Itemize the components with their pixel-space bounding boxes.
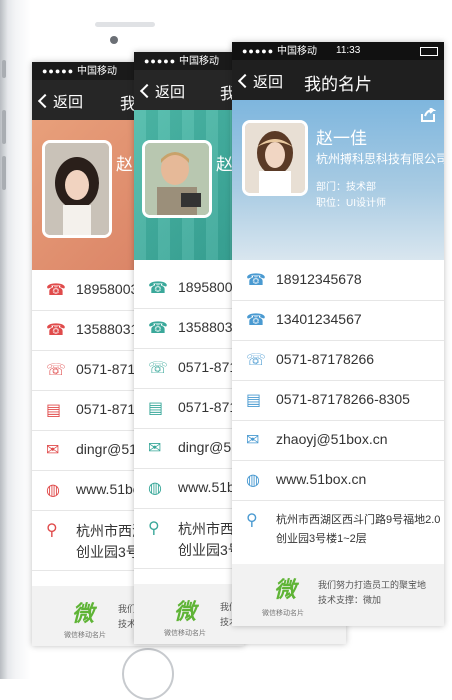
avatar: [142, 140, 212, 218]
phone-icon: ☎: [46, 282, 66, 299]
list-item[interactable]: ☎ 18912345678: [232, 260, 444, 301]
company-label: 杭州搏科思科技有限公司: [316, 152, 444, 166]
fax-icon: ▤: [46, 402, 62, 419]
globe-icon: ◍: [246, 472, 260, 489]
page-title: 我的名片: [304, 75, 372, 94]
email-icon: ✉: [148, 440, 162, 457]
location-icon: ⚲: [46, 522, 58, 539]
department-label: 部门：技术部: [316, 182, 376, 193]
list-item[interactable]: ☏ 0571-87178266: [232, 340, 444, 381]
globe-icon: ◍: [148, 480, 162, 497]
fax-icon: ▤: [246, 392, 262, 409]
profile-header: 赵一佳 杭州搏科思科技有限公司 部门：技术部 职位：UI设计师: [232, 100, 444, 260]
logo-subtitle: 微信移动名片: [64, 632, 106, 639]
logo: 微: [274, 577, 297, 602]
telephone-icon: ☏: [148, 360, 169, 377]
back-button[interactable]: 返回: [139, 81, 185, 102]
phone-icon: ☎: [148, 280, 168, 297]
logo: 微: [174, 599, 197, 624]
list-item[interactable]: ◍ www.51box.cn: [232, 460, 444, 501]
email-icon: ✉: [46, 442, 60, 459]
phone-icon: ☎: [246, 272, 266, 289]
back-chevron-icon: [139, 83, 155, 99]
mute-switch: [2, 60, 6, 78]
share-icon[interactable]: [420, 108, 436, 122]
list-item[interactable]: ☎ 13401234567: [232, 300, 444, 341]
front-card: ●●●●● 中国移动 11:33 返回 我的名片 赵一佳 杭州搏科思科技有限公司…: [232, 42, 444, 626]
name-label: 赵一佳: [316, 129, 367, 148]
speaker: [95, 22, 155, 27]
footer: 微 微信移动名片 我们努力打造员工的聚宝地 技术支撑：微加: [232, 564, 444, 626]
location-icon: ⚲: [148, 520, 160, 537]
globe-icon: ◍: [46, 482, 60, 499]
mobile-icon: ☎: [148, 320, 168, 337]
volume-up-button: [2, 110, 6, 144]
location-icon: ⚲: [246, 512, 258, 529]
avatar: [42, 140, 112, 238]
back-button[interactable]: 返回: [37, 91, 83, 112]
logo-subtitle: 微信移动名片: [262, 610, 304, 617]
list-item[interactable]: ⚲ 杭州市西湖区西斗门路9号福地2.0 创业园3号楼1~2层: [232, 500, 444, 558]
mobile-icon: ☎: [46, 322, 66, 339]
logo: 微: [72, 601, 95, 626]
email-icon: ✉: [246, 432, 260, 449]
list-item[interactable]: ✉ zhaoyj@51box.cn: [232, 420, 444, 461]
fax-icon: ▤: [148, 400, 164, 417]
position-label: 职位：UI设计师: [316, 198, 386, 209]
home-button[interactable]: [122, 648, 174, 700]
list-item[interactable]: ▤ 0571-87178266-8305: [232, 380, 444, 421]
phone-edge: [0, 0, 8, 679]
camera-icon: [110, 36, 118, 44]
battery-icon: [420, 47, 438, 56]
back-chevron-icon: [37, 93, 53, 109]
name-label: 赵: [116, 155, 133, 174]
mobile-icon: ☎: [246, 312, 266, 329]
footer-text: 我们努力打造员工的聚宝地 技术支撑：微加: [318, 580, 427, 605]
telephone-icon: ☏: [246, 352, 267, 369]
name-label: 赵: [216, 155, 233, 174]
nav-bar: 返回 我的名片: [232, 60, 444, 100]
volume-down-button: [2, 156, 6, 190]
telephone-icon: ☏: [46, 362, 67, 379]
logo-subtitle: 微信移动名片: [164, 630, 206, 637]
status-bar: ●●●●● 中国移动 11:33: [232, 42, 444, 60]
avatar: [242, 120, 308, 196]
